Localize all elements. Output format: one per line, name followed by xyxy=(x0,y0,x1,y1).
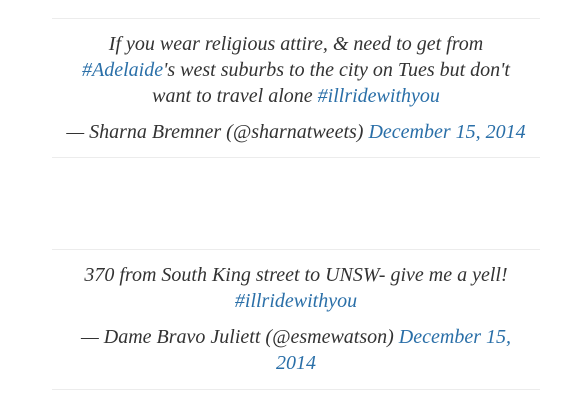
tweet-text: If you wear religious attire, & need to … xyxy=(52,19,540,109)
tweet-embed: If you wear religious attire, & need to … xyxy=(52,18,540,158)
hashtag-link[interactable]: #illridewithyou xyxy=(318,85,440,107)
tweet-author: — Dame Bravo Juliett (@esmewatson) xyxy=(81,326,399,348)
tweet-attribution: — Sharna Bremner (@sharnatweets) Decembe… xyxy=(52,119,540,145)
hashtag-link[interactable]: #Adelaide xyxy=(82,59,163,81)
tweet-author: — Sharna Bremner (@sharnatweets) xyxy=(66,121,369,143)
tweet-embed: 370 from South King street to UNSW- give… xyxy=(52,249,540,390)
tweet-text-part: 370 from South King street to UNSW- give… xyxy=(84,264,508,286)
tweet-text-part: If you wear religious attire, & need to … xyxy=(108,33,484,55)
hashtag-link[interactable]: #illridewithyou xyxy=(235,290,357,312)
tweet-attribution: — Dame Bravo Juliett (@esmewatson) Decem… xyxy=(52,324,540,376)
tweet-date-link[interactable]: December 15, 2014 xyxy=(368,121,525,143)
tweet-text: 370 from South King street to UNSW- give… xyxy=(52,250,540,314)
